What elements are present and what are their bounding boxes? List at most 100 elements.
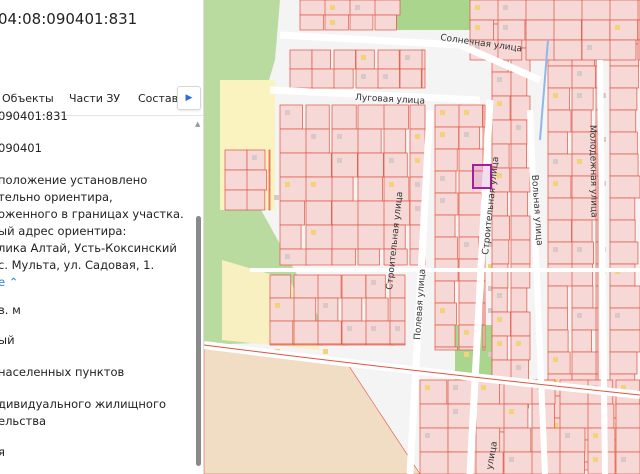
building <box>553 247 558 252</box>
land-parcel <box>434 214 456 238</box>
land-parcel <box>333 68 354 89</box>
building <box>440 110 445 115</box>
land-parcel <box>491 71 512 97</box>
land-parcel <box>365 274 386 299</box>
building <box>615 313 620 318</box>
land-parcel <box>434 126 460 150</box>
building <box>516 341 521 346</box>
land-parcel <box>269 320 294 345</box>
land-parcel <box>609 19 639 41</box>
land-parcel <box>409 128 426 154</box>
land-parcel <box>434 324 456 348</box>
building <box>577 71 582 76</box>
land-parcel <box>311 49 331 70</box>
building <box>464 352 469 357</box>
land-parcel <box>475 379 500 405</box>
building <box>497 77 502 82</box>
land-parcel <box>341 343 366 346</box>
land-parcel <box>458 126 481 150</box>
land-parcel <box>317 297 339 322</box>
permitted-use-value: ельства <box>0 414 47 428</box>
land-parcel <box>547 285 568 309</box>
land-parcel <box>547 307 568 331</box>
land-parcel <box>547 65 574 89</box>
land-parcel <box>357 152 384 178</box>
land-parcel <box>482 302 486 326</box>
land-parcel <box>615 427 640 453</box>
building <box>577 159 582 164</box>
building <box>464 110 469 115</box>
land-parcel <box>571 307 597 331</box>
land-parcel <box>279 128 311 154</box>
cadastral-number: 090401:831 <box>0 109 68 123</box>
building <box>553 93 558 98</box>
land-parcel <box>503 451 534 474</box>
building <box>323 303 328 308</box>
building <box>615 25 620 30</box>
land-parcel <box>595 329 599 353</box>
tab-composition[interactable]: Состав <box>138 92 178 105</box>
land-parcel <box>491 263 509 289</box>
land-parcel <box>510 167 531 193</box>
building <box>395 326 400 331</box>
land-parcel <box>331 152 358 178</box>
chevron-up-icon: ⌃ <box>8 275 19 289</box>
land-parcel <box>547 175 572 199</box>
land-parcel <box>559 403 590 429</box>
land-parcel <box>365 297 389 322</box>
building <box>405 55 410 60</box>
land-parcel <box>331 128 362 154</box>
land-parcel <box>341 274 367 299</box>
land-parcel <box>305 152 332 178</box>
land-parcel <box>357 200 389 226</box>
land-parcel <box>434 104 462 128</box>
land-parcel <box>571 329 592 353</box>
land-parcel <box>497 0 529 21</box>
land-parcel <box>357 224 388 250</box>
scrollbar-thumb[interactable] <box>196 216 201 466</box>
next-tabs-button[interactable]: ▶ <box>177 86 201 110</box>
tab-parts[interactable]: Части ЗУ <box>69 92 120 105</box>
land-parcel <box>434 170 457 194</box>
land-parcel <box>615 403 640 429</box>
land-parcel <box>409 104 426 130</box>
scroll-up-icon[interactable]: ▲ <box>195 120 200 128</box>
land-parcel <box>434 148 458 172</box>
land-parcel <box>595 263 599 287</box>
collapse-link[interactable]: е ⌃ <box>0 274 18 291</box>
land-parcel <box>547 329 569 353</box>
building <box>497 101 502 106</box>
land-parcel <box>510 119 528 145</box>
land-parcel <box>341 297 363 322</box>
land-parcel <box>587 403 615 429</box>
land-parcel <box>305 176 335 202</box>
land-parcel <box>279 248 310 266</box>
building <box>553 159 558 164</box>
building <box>587 45 592 50</box>
land-parcel <box>609 197 636 221</box>
land-parcel <box>571 263 593 287</box>
land-parcel <box>491 95 511 121</box>
land-parcel <box>587 451 616 474</box>
land-parcel <box>609 219 636 243</box>
building <box>464 132 469 137</box>
land-parcel <box>510 311 531 337</box>
land-parcel <box>510 191 528 217</box>
address-text: положение установлено <box>0 173 148 187</box>
land-parcel <box>595 285 599 309</box>
building <box>274 195 279 200</box>
building <box>475 5 480 10</box>
tab-objects[interactable]: Объекты <box>2 92 54 105</box>
land-parcel <box>609 307 640 331</box>
land-parcel <box>333 49 356 70</box>
land-parcel <box>482 346 486 351</box>
land-parcel <box>609 329 640 353</box>
building <box>415 158 420 163</box>
building <box>497 317 502 322</box>
building <box>481 385 486 390</box>
building <box>425 433 430 438</box>
scrollbar[interactable]: ▲ <box>194 118 202 474</box>
land-parcel <box>491 335 508 361</box>
land-parcel <box>510 287 528 313</box>
building <box>516 365 521 370</box>
